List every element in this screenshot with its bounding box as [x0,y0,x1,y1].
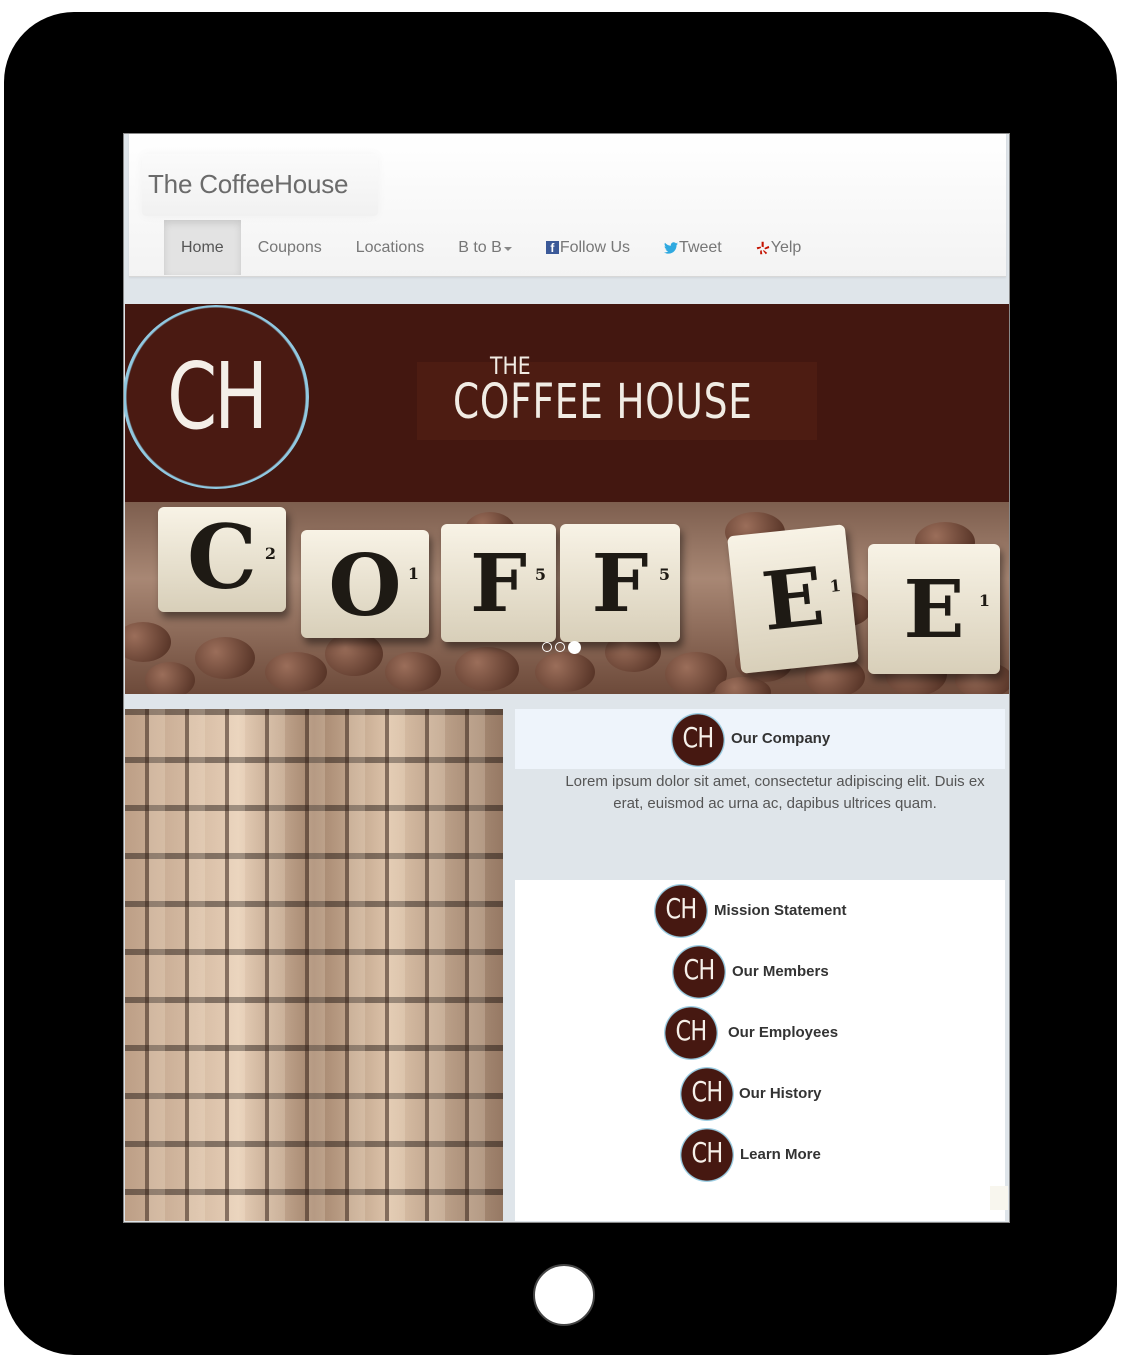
coffee-tiles-photo: C2 O1 F5 F5 E1 E1 [125,502,1009,694]
our-history-link[interactable]: Our History [739,1085,822,1102]
wordmark-title: COFFEE HOUSE [453,374,753,430]
brand[interactable]: The CoffeeHouse [142,154,378,216]
nav-follow-us[interactable]: f Follow Us [529,220,647,275]
navbar: The CoffeeHouse Home Coupons Locations B… [129,134,1006,277]
nav-coupons[interactable]: Coupons [241,220,339,275]
logo-text: CH [167,343,268,450]
company-description: Lorem ipsum dolor sit amet, consectetur … [565,773,985,812]
nav-tweet[interactable]: Tweet [647,220,739,275]
nav-follow-label: Follow Us [559,238,631,256]
members-badge-icon: CH [672,945,726,999]
our-company-title[interactable]: Our Company [731,730,830,747]
our-members-link[interactable]: Our Members [732,963,829,980]
letter-tile: E1 [727,524,859,674]
mission-statement-link[interactable]: Mission Statement [714,902,847,919]
caret-down-icon [503,246,512,251]
carousel-indicators [542,641,581,654]
company-badge-icon: CH [671,713,725,767]
yelp-icon [756,241,770,254]
our-employees-link[interactable]: Our Employees [728,1024,838,1041]
letter-tile: E1 [868,544,1000,674]
history-badge-icon: CH [680,1067,734,1121]
learn-more-link[interactable]: Learn More [740,1146,821,1163]
tablet-home-button[interactable] [533,1264,595,1326]
page-corner [990,1186,1008,1210]
hero-banner: CH THE COFFEE HOUSE [124,304,1009,502]
nav-b2b-dropdown[interactable]: B to B [441,220,529,275]
facebook-icon: f [545,241,559,255]
mission-badge-icon: CH [654,884,708,938]
carousel-dot-3[interactable] [568,641,581,654]
letter-tile: C2 [158,507,286,612]
learn-badge-icon: CH [680,1128,734,1182]
building-photo [125,709,503,1221]
employees-badge-icon: CH [664,1006,718,1060]
screen: The CoffeeHouse Home Coupons Locations B… [123,133,1010,1223]
brand-name[interactable]: The CoffeeHouse [148,169,349,200]
hero-carousel[interactable]: CH THE COFFEE HOUSE C 2 O 1 F 5 F 5 E 1 … [124,304,1009,694]
nav-b2b-label: B to B [458,238,502,256]
letter-tile: F5 [441,524,556,642]
nav-tweet-label: Tweet [679,238,722,256]
nav-yelp-label: Yelp [770,238,802,256]
letter-tile: F5 [560,524,680,642]
letter-tile: O1 [301,530,429,638]
carousel-dot-1[interactable] [542,642,552,652]
nav-yelp[interactable]: Yelp [739,220,819,275]
links-panel [515,880,1005,1221]
coffeehouse-logo: CH [124,305,309,489]
twitter-icon [664,241,679,254]
carousel-dot-2[interactable] [555,642,565,652]
nav-locations[interactable]: Locations [339,220,442,275]
nav-home[interactable]: Home [164,220,241,275]
nav-menu: Home Coupons Locations B to B f Follow U… [164,220,818,275]
